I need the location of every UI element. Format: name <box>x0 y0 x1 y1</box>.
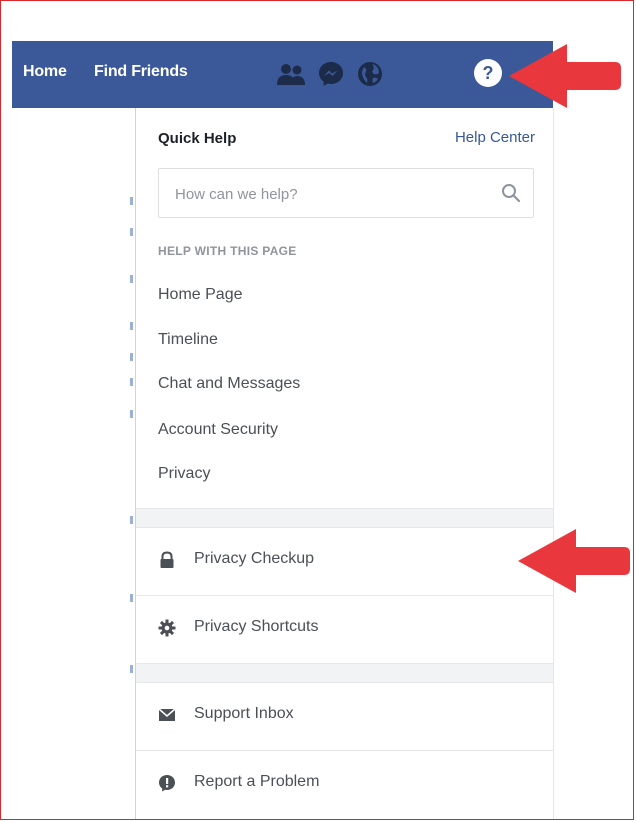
background-tick <box>130 516 133 524</box>
background-tick <box>130 665 133 673</box>
support-inbox-item[interactable]: Support Inbox <box>136 683 553 749</box>
lock-icon <box>158 551 176 569</box>
section-divider <box>136 508 553 528</box>
help-link-account-security[interactable]: Account Security <box>158 421 278 439</box>
help-link-privacy[interactable]: Privacy <box>158 465 210 483</box>
help-icon[interactable]: ? <box>473 58 503 93</box>
report-problem-label: Report a Problem <box>194 773 320 790</box>
help-link-chat-and-messages[interactable]: Chat and Messages <box>158 375 300 393</box>
support-inbox-label: Support Inbox <box>194 705 294 722</box>
report-icon <box>158 774 176 792</box>
report-problem-item[interactable]: Report a Problem <box>136 751 553 817</box>
globe-icon[interactable] <box>357 61 383 92</box>
help-search-input[interactable] <box>173 169 487 219</box>
quick-help-title: Quick Help <box>158 130 237 147</box>
section-divider <box>136 663 553 683</box>
gear-icon <box>158 619 176 637</box>
help-center-link[interactable]: Help Center <box>455 129 535 146</box>
privacy-checkup-label: Privacy Checkup <box>194 550 315 567</box>
annotation-arrow-icon <box>514 525 632 602</box>
background-page-area <box>12 108 134 820</box>
top-nav-bar: Home Find Friends ? <box>12 41 553 108</box>
background-tick <box>130 197 133 205</box>
help-section-label: HELP WITH THIS PAGE <box>158 244 297 258</box>
background-tick <box>130 594 133 602</box>
friends-icon[interactable] <box>277 63 305 92</box>
quick-help-dropdown: Quick Help Help Center HELP WITH THIS PA… <box>135 108 554 820</box>
help-link-timeline[interactable]: Timeline <box>158 331 218 349</box>
background-tick <box>130 228 133 236</box>
nav-home-link[interactable]: Home <box>23 63 67 81</box>
annotation-arrow-icon <box>505 40 623 117</box>
privacy-checkup-item[interactable]: Privacy Checkup <box>136 528 553 594</box>
background-tick <box>130 378 133 386</box>
help-link-home-page[interactable]: Home Page <box>158 286 243 304</box>
svg-text:?: ? <box>483 63 494 83</box>
inbox-icon <box>158 706 176 724</box>
background-tick <box>130 275 133 283</box>
nav-find-friends-link[interactable]: Find Friends <box>94 63 188 81</box>
messenger-icon[interactable] <box>318 61 344 92</box>
background-tick <box>130 322 133 330</box>
privacy-shortcuts-item[interactable]: Privacy Shortcuts <box>136 596 553 662</box>
help-search-box <box>158 168 534 219</box>
background-tick <box>130 410 133 418</box>
privacy-shortcuts-label: Privacy Shortcuts <box>194 618 319 635</box>
background-tick <box>130 353 133 361</box>
search-icon[interactable] <box>501 183 521 208</box>
